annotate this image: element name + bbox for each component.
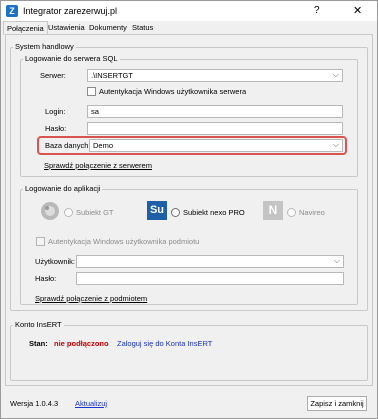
login-label: Login: [45, 107, 66, 116]
status-value: nie podłączono [54, 339, 109, 348]
tab-dokumenty[interactable]: Dokumenty [89, 23, 127, 32]
check-server-link[interactable]: Sprawdź połączenie z serwerem [44, 161, 152, 170]
database-value: Demo [93, 141, 114, 150]
password-input[interactable] [87, 122, 343, 135]
main-window: Z Integrator zarezerwuj.pl ? ✕ Połączeni… [0, 0, 378, 419]
close-button[interactable]: ✕ [353, 4, 362, 17]
chevron-down-icon: ⌵ [332, 140, 339, 149]
user-select[interactable]: ⌵ [76, 255, 344, 268]
subiekt-gt-icon [39, 200, 61, 222]
entity-password-input[interactable] [76, 272, 344, 285]
app-logo-icon: Z [6, 5, 18, 17]
tab-status[interactable]: Status [132, 23, 153, 32]
navireo-label: Navireo [299, 208, 325, 217]
server-value: .\INSERTGT [91, 71, 133, 80]
windows-auth-entity-checkbox[interactable] [36, 237, 45, 246]
server-select[interactable]: .\INSERTGT ⌵ [87, 69, 343, 82]
entity-password-label: Hasło: [35, 274, 57, 283]
tab-polaczenia[interactable]: Połączenia [3, 21, 48, 35]
login-input[interactable]: sa [87, 105, 343, 118]
konto-group [10, 325, 368, 381]
tab-bar: Połączenia Ustawienia Dokumenty Status [1, 21, 377, 35]
save-close-button[interactable]: Zapisz i zamknij [307, 396, 367, 411]
windows-auth-entity-label: Autentykacja Windows użytkownika podmiot… [48, 237, 200, 246]
chevron-down-icon: ⌵ [333, 256, 340, 265]
windows-auth-server-checkbox[interactable] [87, 87, 96, 96]
help-button[interactable]: ? [314, 5, 320, 16]
check-entity-link[interactable]: Sprawdź połączenie z podmiotem [35, 294, 147, 303]
subiekt-nexo-label: Subiekt nexo PRO [183, 208, 245, 217]
user-label: Użytkownik: [35, 257, 76, 266]
password-label: Hasło: [45, 124, 67, 133]
chevron-down-icon: ⌵ [332, 70, 339, 79]
konto-login-link[interactable]: Zaloguj się do Konta InsERT [117, 339, 212, 348]
tab-ustawienia[interactable]: Ustawienia [48, 23, 85, 32]
navireo-radio[interactable] [287, 208, 296, 217]
subiekt-nexo-icon: Su [147, 201, 167, 220]
window-title: Integrator zarezerwuj.pl [23, 6, 118, 16]
title-bar: Z Integrator zarezerwuj.pl ? ✕ [1, 1, 377, 21]
subiekt-gt-label: Subiekt GT [76, 208, 114, 217]
konto-group-title: Konto InsERT [13, 320, 64, 329]
system-group-title: System handlowy [13, 42, 76, 51]
sql-group-title: Logowanie do serwera SQL [23, 54, 120, 63]
update-link[interactable]: Aktualizuj [75, 399, 107, 408]
app-login-group-title: Logowanie do aplikacji [23, 184, 103, 193]
database-select[interactable]: Demo ⌵ [89, 139, 343, 152]
database-label: Baza danych: [45, 141, 91, 150]
subiekt-gt-radio[interactable] [64, 208, 73, 217]
server-label: Serwer: [40, 71, 66, 80]
app-login-group [20, 189, 358, 305]
version-label: Wersja 1.0.4.3 [10, 399, 59, 408]
subiekt-nexo-radio[interactable] [171, 208, 180, 217]
navireo-icon: N [263, 201, 283, 220]
status-label: Stan: [29, 339, 48, 348]
windows-auth-server-label: Autentykacja Windows użytkownika serwera [99, 87, 247, 96]
